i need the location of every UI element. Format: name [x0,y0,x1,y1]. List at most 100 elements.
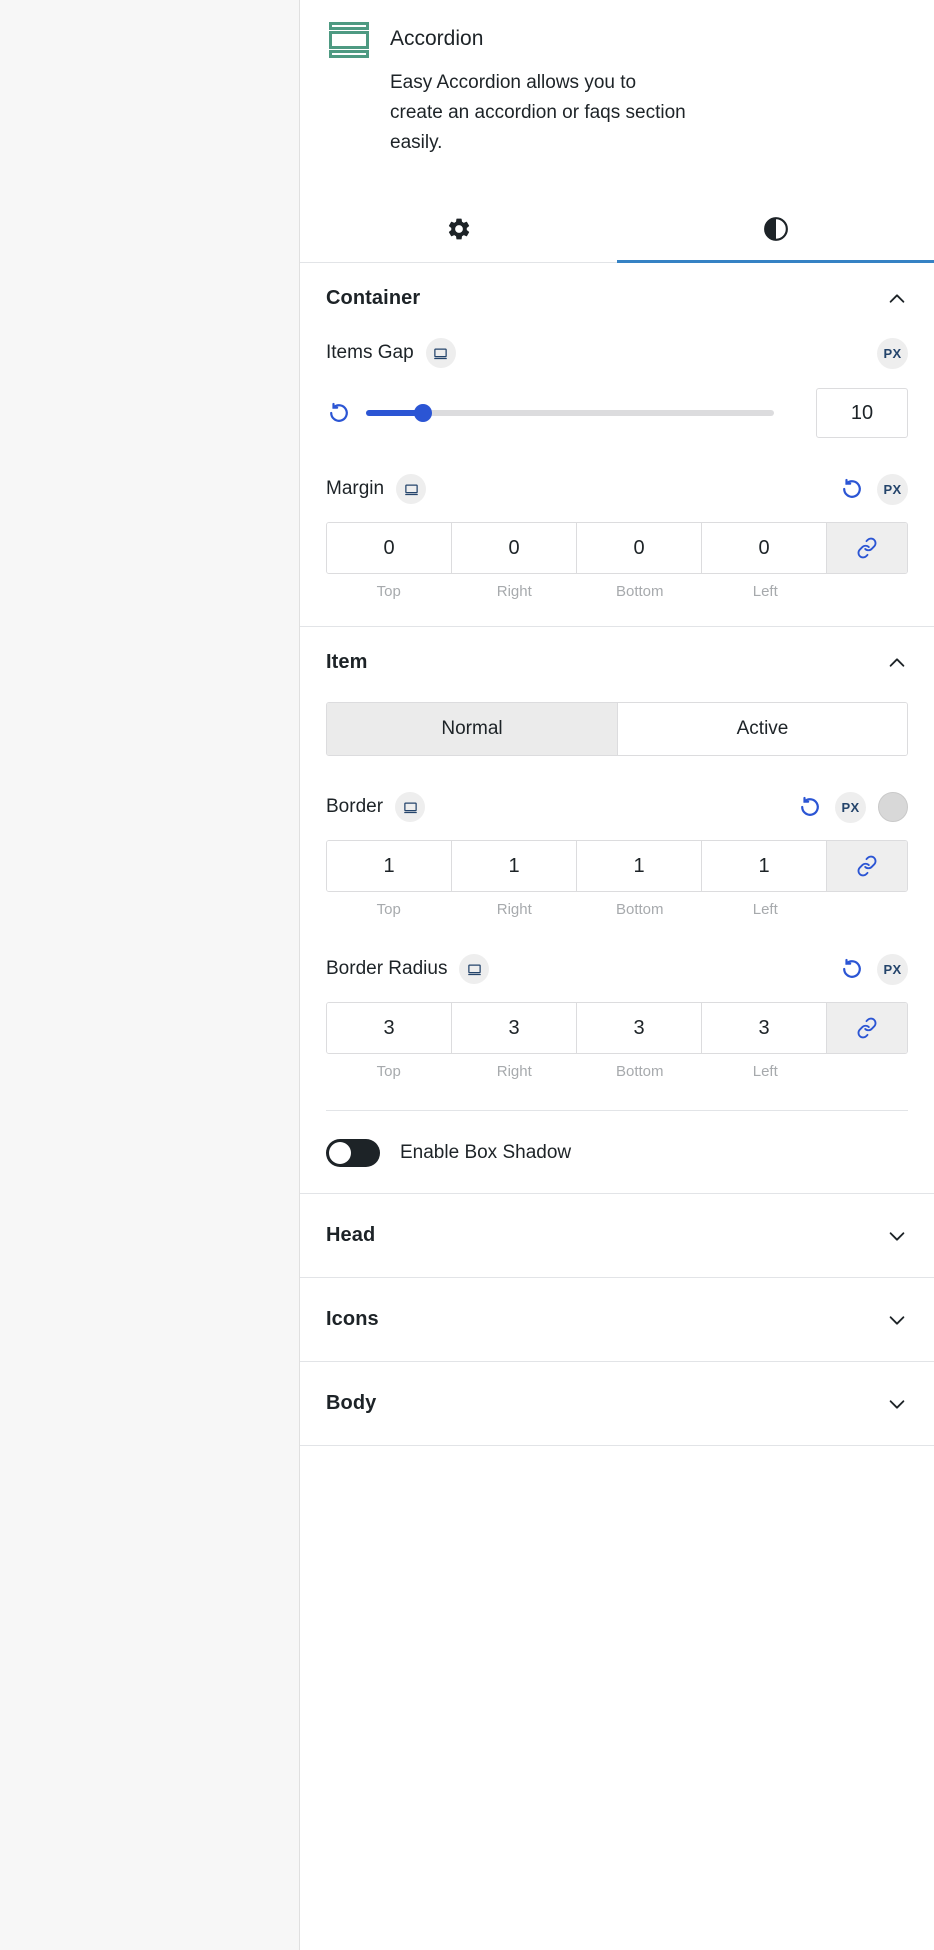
section-container: Container Items Gap [300,263,934,627]
border-radius-label-wrap: Border Radius [326,954,489,984]
desktop-icon[interactable] [396,474,426,504]
reset-icon[interactable] [839,476,865,502]
desktop-icon[interactable] [459,954,489,984]
reset-icon[interactable] [326,400,352,426]
box-shadow-toggle[interactable] [326,1139,380,1167]
border-label-wrap: Border [326,792,425,822]
border-radius-dimension-labels: Top Right Bottom Left [326,1063,908,1080]
border-radius-bottom-input[interactable]: 3 [577,1003,702,1053]
section-body-title: Body [326,1392,376,1415]
border-radius-right-input[interactable]: 3 [452,1003,577,1053]
items-gap-slider-thumb[interactable] [414,404,432,422]
border-radius-tools: PX [839,954,908,985]
margin-label-left: Left [703,583,829,600]
border-radius-top-input[interactable]: 3 [327,1003,452,1053]
control-border-radius: Border Radius PX 3 [326,952,908,1080]
section-item: Item Normal Active Border [300,627,934,1194]
section-icons-title: Icons [326,1308,379,1331]
widget-title-row: Accordion [326,18,908,60]
item-state-tabs: Normal Active [326,702,908,756]
accordion-icon [326,18,372,60]
reset-icon[interactable] [839,956,865,982]
state-tab-normal[interactable]: Normal [327,703,617,755]
border-left-input[interactable]: 1 [702,841,827,891]
chevron-up-icon[interactable] [886,288,908,310]
section-container-body: Items Gap PX [300,336,934,626]
border-label-spacer [828,901,908,918]
border-dimension-labels: Top Right Bottom Left [326,901,908,918]
section-body-header[interactable]: Body [300,1362,934,1445]
section-container-title: Container [326,287,420,310]
margin-tools: PX [839,474,908,505]
section-icons-header[interactable]: Icons [300,1278,934,1361]
border-color-swatch[interactable] [878,792,908,822]
chevron-down-icon[interactable] [886,1393,908,1415]
section-head-header[interactable]: Head [300,1194,934,1277]
items-gap-header: Items Gap PX [326,336,908,370]
section-body: Body [300,1362,934,1446]
items-gap-label-wrap: Items Gap [326,338,456,368]
items-gap-tools: PX [877,338,908,369]
unit-px-badge[interactable]: PX [835,792,866,823]
section-item-title: Item [326,651,368,674]
margin-left-input[interactable]: 0 [702,523,827,573]
chevron-up-icon[interactable] [886,652,908,674]
control-items-gap: Items Gap PX [326,336,908,438]
chevron-down-icon[interactable] [886,1225,908,1247]
border-right-input[interactable]: 1 [452,841,577,891]
unit-px-badge[interactable]: PX [877,474,908,505]
section-item-header[interactable]: Item [300,627,934,696]
margin-label-wrap: Margin [326,474,426,504]
state-tab-active[interactable]: Active [617,703,907,755]
unit-px-badge[interactable]: PX [877,954,908,985]
tab-content[interactable] [300,200,617,262]
border-radius-label-spacer [828,1063,908,1080]
margin-dimensions: 0 0 0 0 [326,522,908,574]
margin-label-right: Right [452,583,578,600]
widget-description: Easy Accordion allows you to create an a… [390,68,690,158]
desktop-icon[interactable] [395,792,425,822]
chevron-down-icon[interactable] [886,1309,908,1331]
border-dimensions: 1 1 1 1 [326,840,908,892]
tab-style[interactable] [617,200,934,262]
contrast-icon [763,216,789,247]
border-radius-dimensions: 3 3 3 3 [326,1002,908,1054]
margin-bottom-input[interactable]: 0 [577,523,702,573]
border-radius-label: Border Radius [326,958,447,980]
margin-top-input[interactable]: 0 [327,523,452,573]
control-border: Border PX [326,790,908,918]
section-container-header[interactable]: Container [300,263,934,332]
control-margin: Margin PX 0 [326,472,908,600]
tab-content-underline [300,260,617,263]
desktop-icon[interactable] [426,338,456,368]
widget-settings-panel-page: Accordion Easy Accordion allows you to c… [0,0,934,1950]
link-icon[interactable] [827,841,907,891]
margin-dimension-labels: Top Right Bottom Left [326,583,908,600]
items-gap-label: Items Gap [326,342,414,364]
items-gap-input[interactable]: 10 [816,388,908,438]
unit-px-badge[interactable]: PX [877,338,908,369]
section-icons: Icons [300,1278,934,1362]
margin-label-spacer [828,583,908,600]
border-label-right: Right [452,901,578,918]
link-icon[interactable] [827,1003,907,1053]
margin-header: Margin PX [326,472,908,506]
margin-label: Margin [326,478,384,500]
box-shadow-label: Enable Box Shadow [400,1142,571,1164]
items-gap-slider[interactable] [366,410,774,416]
border-bottom-input[interactable]: 1 [577,841,702,891]
page-title: Accordion [390,18,483,60]
link-icon[interactable] [827,523,907,573]
control-box-shadow: Enable Box Shadow [326,1139,908,1167]
reset-icon[interactable] [797,794,823,820]
canvas-gutter [0,0,300,1950]
border-label: Border [326,796,383,818]
margin-label-bottom: Bottom [577,583,703,600]
border-top-input[interactable]: 1 [327,841,452,891]
border-radius-label-bottom: Bottom [577,1063,703,1080]
border-tools: PX [797,792,908,823]
section-head-title: Head [326,1224,375,1247]
border-label-top: Top [326,901,452,918]
border-radius-left-input[interactable]: 3 [702,1003,827,1053]
margin-right-input[interactable]: 0 [452,523,577,573]
